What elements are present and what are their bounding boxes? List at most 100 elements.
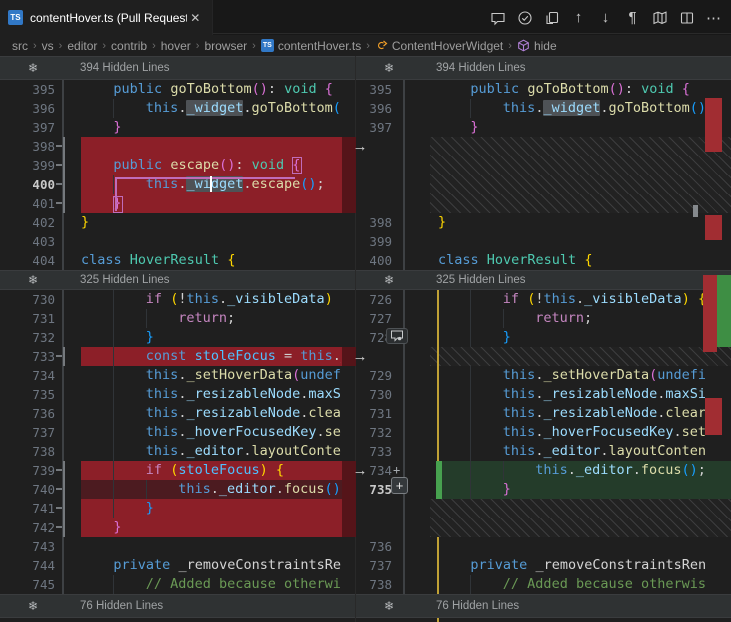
code-line[interactable]: 398} (356, 213, 731, 232)
code-line[interactable]: 737private _removeConstraintsRen (356, 556, 731, 575)
code-line-added[interactable]: 735} (356, 480, 731, 499)
deleted-block-bar (63, 461, 65, 537)
code-line[interactable]: 743 (0, 537, 355, 556)
pilcrow-icon[interactable]: ¶ (619, 6, 646, 30)
code-line[interactable]: 395public goToBottom(): void { (0, 80, 355, 99)
breadcrumb-item-editor[interactable]: editor (67, 39, 97, 53)
code-line[interactable]: 735this._resizableNode.maxSi (0, 385, 355, 404)
code-line[interactable]: 404class HoverResult { (0, 251, 355, 270)
code-line-deleted[interactable]: 739if (stoleFocus) { (0, 461, 355, 480)
code-line[interactable]: 730if (!this._visibleData) { (0, 290, 355, 309)
breadcrumb-item-contenthoverwidget[interactable]: ContentHoverWidget (375, 39, 503, 53)
code-line[interactable]: 731this._resizableNode.clear (356, 404, 731, 423)
add-comment-button[interactable]: + (391, 477, 408, 494)
code-line[interactable]: 736this._resizableNode.clear (0, 404, 355, 423)
code-line[interactable]: 737this._hoverFocusedKey.set (0, 423, 355, 442)
line-number: 732 (0, 328, 55, 347)
revert-block-arrow[interactable]: → (352, 461, 368, 480)
map-icon[interactable] (646, 6, 673, 30)
hidden-lines-bar[interactable]: ❄394 Hidden Lines (356, 56, 731, 80)
token: : (268, 81, 284, 97)
collapsed-region[interactable] (356, 175, 731, 194)
code-line[interactable]: 726if (!this._visibleData) { (356, 290, 731, 309)
arrow-down-icon[interactable]: ↓ (592, 6, 619, 30)
code-line[interactable]: 396this._widget.goToBottom() (0, 99, 355, 118)
collapsed-region[interactable] (356, 156, 731, 175)
code-line[interactable]: 734this._setHoverData(undefi (0, 366, 355, 385)
close-icon[interactable]: ✕ (187, 9, 204, 27)
hidden-lines-bar[interactable]: ❄325 Hidden Lines (0, 270, 355, 290)
collapsed-region[interactable] (356, 137, 731, 156)
token: void (641, 81, 674, 97)
breadcrumb-item-hide[interactable]: hide (517, 39, 557, 53)
token: HoverResult (130, 252, 219, 268)
code-text: } (81, 518, 341, 537)
code-text: } (438, 118, 705, 137)
code-line[interactable]: 728} (356, 328, 731, 347)
code-line[interactable]: 403 (0, 232, 355, 251)
code-line[interactable]: 732} (0, 328, 355, 347)
token: _visibleData (584, 291, 682, 307)
code-line-deleted[interactable]: 401} (0, 194, 355, 213)
token (162, 291, 170, 307)
code-line[interactable]: 745// Added because otherwis (0, 575, 355, 594)
breadcrumb-separator: › (102, 40, 106, 52)
code-text: this._widget.goToBottom() (81, 99, 341, 118)
code-line[interactable]: 730this._resizableNode.maxSi (356, 385, 731, 404)
overview-ruler-mark (705, 98, 722, 152)
code-line[interactable]: 727return; (356, 309, 731, 328)
code-line-deleted[interactable]: 741} (0, 499, 355, 518)
code-line[interactable]: 729this._setHoverData(undefi (356, 366, 731, 385)
revert-block-arrow[interactable]: → (352, 347, 368, 366)
check-circle-icon[interactable] (511, 6, 538, 30)
token: stoleFocus (195, 348, 276, 364)
collapsed-region[interactable] (356, 499, 731, 518)
split-editor-icon[interactable] (673, 6, 700, 30)
code-line[interactable]: 733this._editor.layoutConten (356, 442, 731, 461)
code-text: return; (438, 309, 705, 328)
scrollbar-slider[interactable] (693, 205, 698, 217)
comment-thread-icon[interactable] (386, 328, 408, 344)
code-line-deleted[interactable]: 740this._editor.focus(); (0, 480, 355, 499)
code-line[interactable]: 397} (0, 118, 355, 137)
more-actions-icon[interactable]: ⋯ (700, 6, 727, 30)
collapsed-region[interactable] (356, 518, 731, 537)
collapsed-region[interactable] (356, 347, 731, 366)
code-line[interactable]: 397} (356, 118, 731, 137)
code-line[interactable]: 396this._widget.goToBottom() (356, 99, 731, 118)
code-line-deleted[interactable]: 742} (0, 518, 355, 537)
code-line[interactable]: 738this._editor.layoutConten (0, 442, 355, 461)
breadcrumb-item-contrib[interactable]: contrib (111, 39, 147, 53)
code-line[interactable]: 738// Added because otherwis (356, 575, 731, 594)
hidden-lines-bar[interactable]: ❄76 Hidden Lines (356, 594, 731, 618)
code-line[interactable]: 732this._hoverFocusedKey.set (356, 423, 731, 442)
hidden-lines-bar[interactable]: ❄394 Hidden Lines (0, 56, 355, 80)
code-line-deleted[interactable]: 733const stoleFocus = this._ (0, 347, 355, 366)
collapsed-region[interactable] (356, 194, 731, 213)
code-text: if (!this._visibleData) { (81, 290, 341, 309)
code-line[interactable]: 736 (356, 537, 731, 556)
hidden-lines-bar[interactable]: ❄76 Hidden Lines (0, 594, 355, 618)
unfold-icon: ❄ (384, 62, 394, 74)
revert-block-arrow[interactable]: → (352, 137, 368, 156)
hidden-lines-bar[interactable]: ❄325 Hidden Lines (356, 270, 731, 290)
breadcrumb-item-browser[interactable]: browser (204, 39, 247, 53)
arrow-up-icon[interactable]: ↑ (565, 6, 592, 30)
breadcrumb-item-hover[interactable]: hover (161, 39, 191, 53)
code-line[interactable]: 744private _removeConstraintsRen (0, 556, 355, 575)
breadcrumb-item-contenthover-ts[interactable]: TScontentHover.ts (261, 39, 361, 53)
breadcrumb-item-src[interactable]: src (12, 39, 28, 53)
code-line[interactable]: 400class HoverResult { (356, 251, 731, 270)
tab-contenthover[interactable]: TS contentHover.ts (Pull Request) ✕ (0, 0, 213, 35)
line-number: 398 (0, 137, 55, 156)
code-line[interactable]: 402} (0, 213, 355, 232)
code-text: public goToBottom(): void { (81, 80, 341, 99)
copy-icon[interactable] (538, 6, 565, 30)
code-line[interactable]: 399 (356, 232, 731, 251)
code-line-added[interactable]: 734+this._editor.focus(); (356, 461, 731, 480)
comment-icon[interactable] (484, 6, 511, 30)
code-line-deleted[interactable]: 398 (0, 137, 355, 156)
breadcrumb-item-vs[interactable]: vs (42, 39, 54, 53)
code-line[interactable]: 731return; (0, 309, 355, 328)
code-line[interactable]: 395public goToBottom(): void { (356, 80, 731, 99)
